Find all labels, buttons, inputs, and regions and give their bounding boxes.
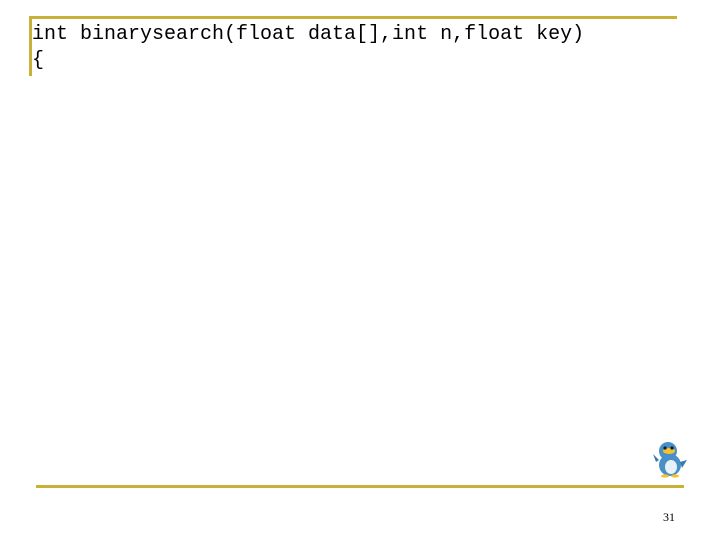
slide-bottom-rule: [36, 485, 684, 488]
slide-top-rule: [29, 16, 677, 19]
code-line-open-brace: {: [32, 49, 45, 72]
code-line-signature: int binarysearch(float data[],int n,floa…: [32, 23, 585, 46]
penguin-mascot-icon: [650, 438, 690, 478]
code-block: int binarysearch(float data[],int n,floa…: [32, 22, 584, 74]
page-number: 31: [663, 510, 675, 524]
